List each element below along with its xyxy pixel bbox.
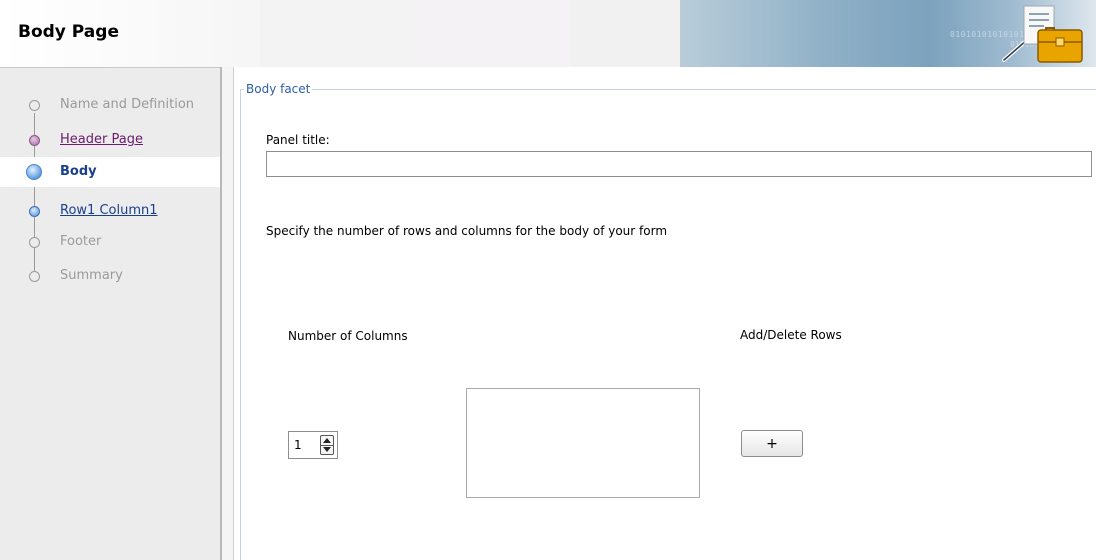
page-title: Body Page <box>18 22 119 42</box>
train-step-label: Body <box>60 164 97 179</box>
train-step-label: Name and Definition <box>60 97 195 112</box>
spinner-up-icon[interactable] <box>323 438 331 443</box>
train-step-header-page[interactable]: Header Page <box>0 125 220 155</box>
train-step-body: Body <box>0 157 220 187</box>
train-step-footer: Footer <box>0 227 220 257</box>
train-step-summary: Summary <box>0 261 220 291</box>
instructions-text: Specify the number of rows and columns f… <box>266 224 668 238</box>
columns-spinner[interactable]: 1 <box>288 431 338 459</box>
train-step-row1-column1[interactable]: Row1 Column1 <box>0 196 220 226</box>
spinner-down-icon[interactable] <box>323 447 331 452</box>
train-step-label[interactable]: Row1 Column1 <box>60 203 158 218</box>
page-header: 0101010101010101010101 01010101010 Body … <box>0 0 1096 67</box>
number-of-columns-label: Number of Columns <box>288 329 408 343</box>
columns-spinner-value[interactable]: 1 <box>294 438 302 452</box>
train-step-name-and-definition: Name and Definition <box>0 90 220 120</box>
step-node-icon <box>29 271 40 282</box>
spinner-arrows[interactable] <box>320 435 334 455</box>
step-node-icon <box>26 164 42 180</box>
wizard-train-sidebar: Name and Definition Header Page Body Row… <box>0 67 220 560</box>
add-delete-rows-label: Add/Delete Rows <box>740 328 842 342</box>
spinner-divider <box>321 445 333 446</box>
panel-title-label: Panel title: <box>266 133 330 147</box>
step-node-icon <box>29 206 40 217</box>
header-band <box>420 0 570 67</box>
train-step-label: Summary <box>60 268 123 283</box>
header-band <box>260 0 420 67</box>
header-band <box>570 0 680 67</box>
train-step-label[interactable]: Header Page <box>60 132 143 147</box>
sidebar-gutter <box>222 67 233 560</box>
group-legend: Body facet <box>244 82 313 96</box>
train-step-label: Footer <box>60 234 102 249</box>
step-node-icon <box>29 100 40 111</box>
add-row-button[interactable]: + <box>741 430 803 457</box>
layout-preview-box <box>466 388 700 498</box>
step-node-icon <box>29 237 40 248</box>
briefcase-document-icon <box>1002 5 1083 63</box>
main-content: Body facet Panel title: Specify the numb… <box>234 67 1096 560</box>
step-node-icon <box>29 135 40 146</box>
panel-title-input[interactable] <box>266 151 1092 177</box>
